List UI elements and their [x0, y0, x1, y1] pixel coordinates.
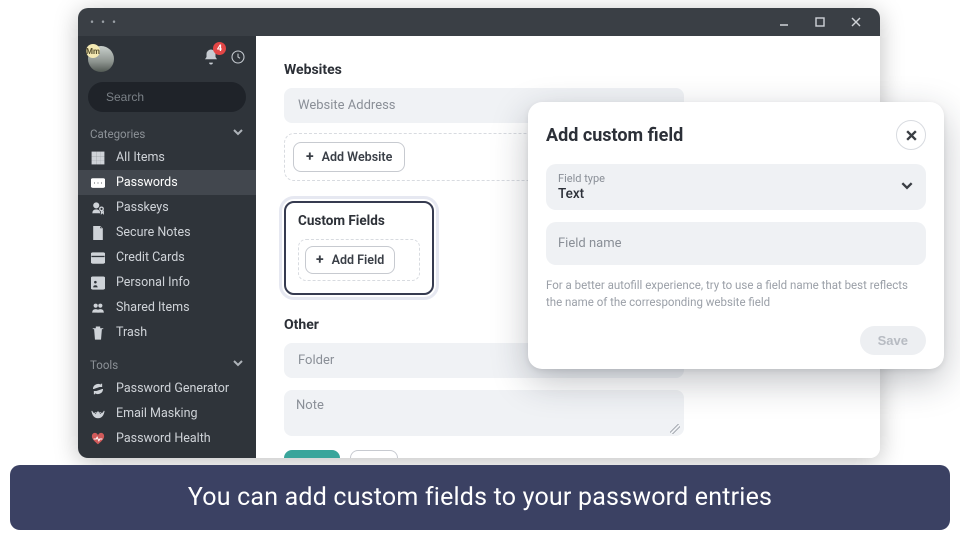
sidebar-item-shared-items[interactable]: Shared Items	[78, 295, 256, 320]
chevron-down-icon	[232, 357, 244, 372]
person-icon	[90, 276, 106, 290]
nav-label: Passwords	[116, 175, 178, 190]
categories-label: Categories	[90, 127, 145, 141]
search-input[interactable]: (Ctrl+F)	[88, 82, 246, 112]
categories-header[interactable]: Categories	[78, 120, 256, 145]
window-menu-dots[interactable]: • • •	[84, 15, 118, 29]
save-button[interactable]: Save	[860, 326, 926, 355]
dialog-hint: For a better autofill experience, try to…	[546, 277, 926, 310]
chevron-down-icon	[232, 126, 244, 141]
sidebar-item-trash[interactable]: Trash	[78, 320, 256, 345]
sidebar-item-credit-cards[interactable]: Credit Cards	[78, 245, 256, 270]
add-field-label: Add Field	[332, 253, 385, 268]
websites-heading: Websites	[284, 62, 852, 78]
form-action-buttons-clipped	[284, 450, 852, 458]
note-input[interactable]: Note	[284, 390, 684, 436]
nav-label: Email Masking	[116, 406, 198, 421]
resize-handle-icon[interactable]	[670, 424, 680, 434]
add-field-button[interactable]: + Add Field	[305, 246, 395, 274]
dialog-close-button[interactable]	[896, 120, 926, 150]
window-controls	[766, 8, 874, 36]
avatar-badge: Mm	[86, 44, 100, 58]
sidebar-item-passkeys[interactable]: Passkeys	[78, 195, 256, 220]
sidebar-item-personal-info[interactable]: Personal Info	[78, 270, 256, 295]
sidebar: Mm 4 (Ctrl+F) Categories	[78, 36, 256, 458]
secondary-button-clipped[interactable]	[350, 450, 398, 458]
sidebar-item-email-masking[interactable]: Email Masking	[78, 401, 256, 426]
nav-label: Shared Items	[116, 300, 190, 315]
close-window-button[interactable]	[838, 8, 874, 36]
caption-banner: You can add custom fields to your passwo…	[10, 465, 950, 530]
add-custom-field-dialog: Add custom field Field type Text Field n…	[528, 102, 944, 369]
generator-icon	[90, 382, 106, 396]
sidebar-item-all-items[interactable]: All Items	[78, 145, 256, 170]
add-website-button[interactable]: + Add Website	[293, 142, 405, 172]
plus-icon: +	[306, 149, 314, 165]
trash-icon	[90, 326, 106, 340]
nav-label: Password Generator	[116, 381, 229, 396]
chevron-down-icon	[900, 178, 914, 197]
history-button[interactable]	[230, 49, 246, 69]
search-field[interactable]	[106, 90, 256, 104]
primary-button-clipped[interactable]	[284, 450, 340, 458]
note-icon	[90, 226, 106, 240]
mask-icon	[90, 407, 106, 421]
password-icon	[90, 176, 106, 190]
nav-label: Passkeys	[116, 200, 169, 215]
nav-label: Secure Notes	[116, 225, 191, 240]
custom-fields-heading: Custom Fields	[298, 213, 420, 229]
nav-label: Trash	[116, 325, 147, 340]
tools-header[interactable]: Tools	[78, 351, 256, 376]
card-icon	[90, 251, 106, 265]
close-icon	[905, 129, 918, 142]
sidebar-item-password-health[interactable]: Password Health	[78, 426, 256, 451]
sidebar-item-secure-notes[interactable]: Secure Notes	[78, 220, 256, 245]
title-bar: • • •	[78, 8, 880, 36]
custom-fields-section: Custom Fields + Add Field	[284, 201, 434, 295]
health-icon	[90, 432, 106, 446]
dialog-title: Add custom field	[546, 125, 683, 146]
maximize-button[interactable]	[802, 8, 838, 36]
field-type-value: Text	[558, 186, 914, 202]
grid-icon	[90, 151, 106, 165]
nav-label: All Items	[116, 150, 165, 165]
tools-label: Tools	[90, 358, 118, 372]
minimize-button[interactable]	[766, 8, 802, 36]
nav-label: Credit Cards	[116, 250, 185, 265]
field-name-input[interactable]: Field name	[546, 222, 926, 265]
sidebar-item-password-generator[interactable]: Password Generator	[78, 376, 256, 401]
note-placeholder: Note	[296, 398, 324, 413]
notifications-button[interactable]: 4	[202, 48, 220, 70]
nav-label: Password Health	[116, 431, 211, 446]
plus-icon: +	[316, 252, 324, 268]
account-avatar[interactable]: Mm	[88, 46, 114, 72]
passkey-icon	[90, 201, 106, 215]
sidebar-item-passwords[interactable]: Passwords	[78, 170, 256, 195]
add-website-label: Add Website	[322, 150, 393, 165]
shared-icon	[90, 301, 106, 315]
nav-label: Personal Info	[116, 275, 190, 290]
notification-badge: 4	[213, 42, 226, 55]
field-type-select[interactable]: Field type Text	[546, 164, 926, 210]
field-type-label: Field type	[558, 172, 914, 185]
